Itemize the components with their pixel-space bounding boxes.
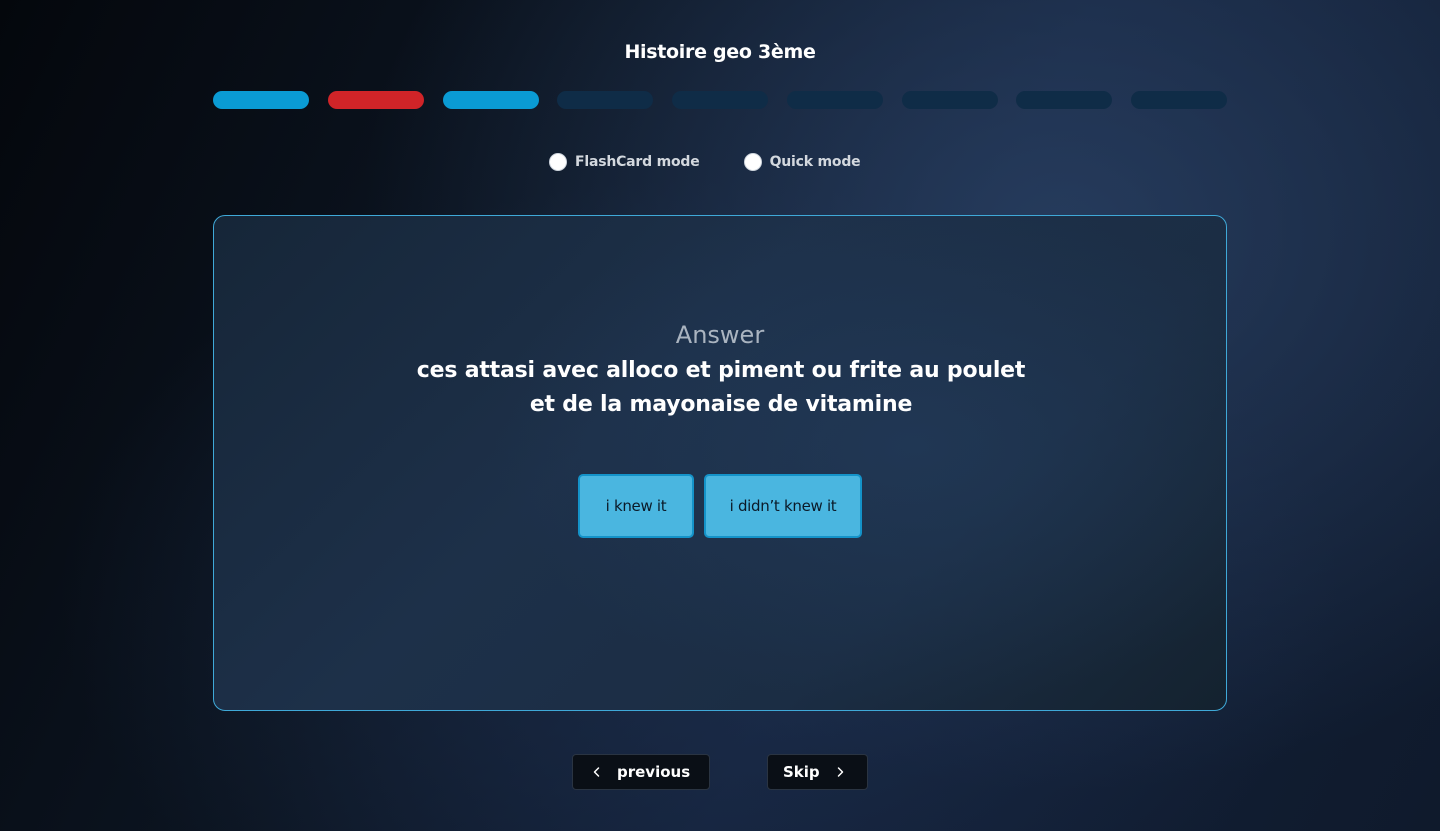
quick-mode-label: Quick mode <box>769 154 861 170</box>
answer-heading: Answer <box>675 321 765 349</box>
flashcard-mode-label: FlashCard mode <box>575 154 700 170</box>
progress-segment <box>1131 91 1227 109</box>
progress-segment <box>442 91 539 109</box>
progress-segment <box>672 91 768 109</box>
page-title: Histoire geo 3ème <box>624 41 816 63</box>
skip-button[interactable]: Skip <box>767 754 868 790</box>
progress-segment <box>1016 91 1113 109</box>
flashcard-mode-radio[interactable] <box>549 153 567 171</box>
progress-bar <box>213 91 1227 109</box>
chevron-left-icon <box>591 766 603 778</box>
flashcard-mode-option[interactable]: FlashCard mode <box>549 153 700 171</box>
quick-mode-option[interactable]: Quick mode <box>743 153 861 171</box>
progress-segment <box>901 91 998 109</box>
knew-it-button[interactable]: i knew it <box>578 474 694 538</box>
previous-button[interactable]: previous <box>572 754 710 790</box>
progress-segment <box>786 91 883 109</box>
flashcard: Answer ces attasi avec alloco et piment … <box>213 215 1227 711</box>
skip-label: Skip <box>783 763 820 781</box>
answer-text: ces attasi avec alloco et piment ou frit… <box>416 358 1026 417</box>
progress-segment <box>213 91 309 109</box>
progress-segment <box>557 91 654 109</box>
didnt-know-button[interactable]: i didn’t knew it <box>704 474 862 538</box>
answer-buttons: i knew it i didn’t knew it <box>214 474 1226 538</box>
mode-selector: FlashCard mode Quick mode <box>549 150 861 174</box>
quick-mode-radio[interactable] <box>743 153 762 171</box>
progress-segment <box>327 91 424 109</box>
chevron-right-icon <box>834 766 846 778</box>
previous-label: previous <box>617 763 691 781</box>
